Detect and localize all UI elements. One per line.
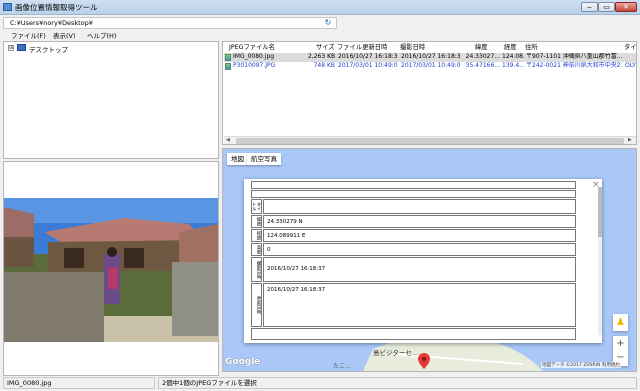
menu-view[interactable]: 表示(V) [53,31,76,41]
minimize-button[interactable]: ‒ [581,2,598,12]
path-toolbar: C:¥Users¥nory¥Desktop¥ ↻ [0,15,640,31]
photo-preview [3,161,219,376]
cell-address: 〒242-0021 神奈川県大和市中央2... [526,62,622,69]
field-label-longitude: 経度 [251,229,262,242]
menu-file[interactable]: ファイル(F) [11,31,46,41]
cell-latitude: 24.33027... [465,53,500,60]
cell-filename: P3010097.JPG [233,62,276,69]
menu-help[interactable]: ヘルプ(H) [87,31,116,41]
column-header-address[interactable]: 住所 [525,44,538,52]
refresh-button[interactable]: ↻ [320,17,336,29]
cell-size: 748 KB [313,62,335,69]
field-label-latitude: 緯度 [251,215,262,228]
horizontal-scrollbar[interactable]: ◀ ▶ [224,136,636,144]
status-bar: IMG_0080.jpg 2個中1個のJPEGファイルを選択 [0,376,640,391]
title-bar: 画像位置情報取得ツール ‒ ▭ ✕ [0,0,640,15]
menu-bar: ファイル(F) 表示(V) ヘルプ(H) [0,31,640,41]
preview-photo [4,162,218,375]
folder-tree[interactable]: ⊞ デスクトップ [3,41,219,159]
app-icon [3,3,12,11]
tab-map[interactable]: 地図 [227,153,248,165]
tree-item-desktop[interactable]: デスクトップ [29,44,68,54]
cell-taken: 2016/10/27 16:18:37 [401,53,461,60]
cell-title: OLYI [625,62,637,69]
column-header-modified[interactable]: ファイル更新日時 [337,44,387,52]
field-value-title [263,199,576,214]
column-header-latitude[interactable]: 緯度 [475,44,488,52]
column-header-taken[interactable]: 撮影日時 [400,44,425,52]
column-header-filename[interactable]: JPEGファイル名 [229,44,275,52]
close-button[interactable]: ✕ [615,2,637,12]
info-extra-box [251,328,576,340]
google-logo: Google [225,357,261,367]
column-header-longitude[interactable]: 経度 [504,44,517,52]
field-value-updated: 2016/10/27 16:18:37 [263,283,576,327]
window-title: 画像位置情報取得ツール [15,3,98,12]
street-view-pegman-icon[interactable]: ♟ [613,314,628,331]
table-row[interactable]: P3010097.JPG 748 KB 2017/03/01 10:49:03 … [224,62,636,71]
path-input[interactable]: C:¥Users¥nory¥Desktop¥ [3,17,337,29]
place-label: たこ... [333,363,351,370]
status-filename: IMG_0080.jpg [3,377,155,389]
zoom-in-button[interactable]: + [613,337,628,351]
info-scrollbar[interactable] [598,187,602,335]
field-label-updated: 更新日時 [251,283,262,327]
scroll-left-icon[interactable]: ◀ [226,137,230,143]
tab-aerial[interactable]: 航空写真 [247,153,281,165]
field-value-altitude: 0 [263,243,576,256]
info-header-box [251,190,576,198]
column-header-title[interactable]: タイト [624,44,636,52]
cell-modified: 2016/10/27 16:18:37 [338,53,398,60]
desktop-folder-icon [17,44,26,51]
location-pin-icon[interactable] [418,353,430,369]
column-header-size[interactable]: サイズ [316,44,335,52]
info-header-box [251,181,576,189]
map-copyright[interactable]: 地図データ ©2017 ZENRIN 利用規約 [541,362,621,368]
field-value-taken: 2016/10/27 16:18:37 [263,257,576,282]
field-value-latitude: 24.330279 N [263,215,576,228]
tree-expander-icon[interactable]: ⊞ [8,45,14,51]
status-selection: 2個中1個のJPEGファイルを選択 [158,377,637,389]
place-label: 島ビジターセ... [373,349,419,357]
cell-taken: 2017/03/01 10:49:03 [401,62,461,69]
cell-longitude: 139.4... [502,62,524,69]
cell-filename: IMG_0080.jpg [233,53,275,60]
jpg-file-icon [225,63,231,70]
map-view[interactable]: 地図 航空写真 × タイトル 緯度 24.330279 N 経度 124.089… [222,148,637,372]
cell-modified: 2017/03/01 10:49:03 [338,62,398,69]
photo-info-window: × タイトル 緯度 24.330279 N 経度 124.089911 E 高度… [244,179,602,343]
scrollbar-thumb[interactable] [598,187,602,237]
scroll-right-icon[interactable]: ▶ [628,137,632,143]
file-list[interactable]: JPEGファイル名 サイズ ファイル更新日時 撮影日時 緯度 経度 住所 タイト… [222,41,637,145]
maximize-button[interactable]: ▭ [598,2,615,12]
cell-address: 〒907-1101 沖縄県八重山郡竹富... [526,53,622,60]
refresh-icon: ↻ [324,18,332,27]
field-label-taken: 撮影日時 [251,257,262,282]
cell-longitude: 124.08... [502,53,524,60]
table-row[interactable]: IMG_0080.jpg 2,263 KB 2016/10/27 16:18:3… [224,53,636,62]
cell-latitude: 35.47166... [465,62,500,69]
field-label-altitude: 高度 [251,243,262,256]
jpg-file-icon [225,54,231,61]
field-value-longitude: 124.089911 E [263,229,576,242]
scrollbar-thumb[interactable] [236,138,624,144]
cell-size: 2,263 KB [308,53,335,60]
field-label-title: タイトル [251,199,262,214]
